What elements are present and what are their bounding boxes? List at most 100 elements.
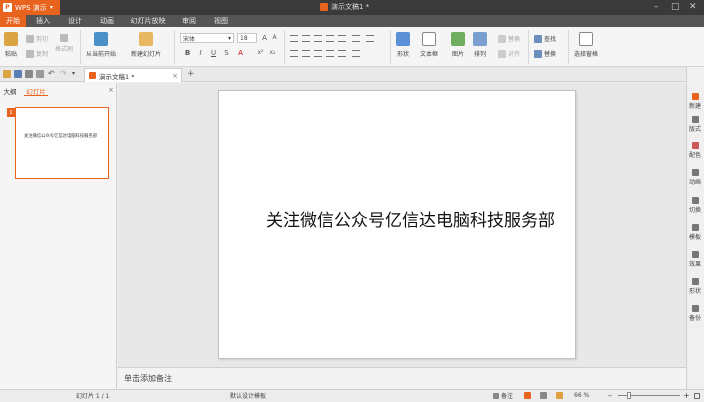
template-icon — [691, 223, 699, 231]
numbering-icon[interactable] — [302, 35, 310, 42]
slide-thumbnail[interactable] — [15, 107, 109, 179]
wps-logo-icon: P — [3, 3, 12, 12]
template-name: 默认设计模板 — [230, 393, 267, 400]
tab-slideshow[interactable]: 幻灯片放映 — [126, 15, 170, 27]
tab-review[interactable]: 审阅 — [176, 15, 202, 27]
notes-toggle[interactable]: 备注 — [493, 389, 513, 402]
transition-icon — [691, 196, 699, 204]
reading-view-icon[interactable] — [556, 389, 563, 402]
align-button[interactable]: 对齐 — [498, 49, 520, 58]
document-tab[interactable]: 演示文稿1 * × — [84, 68, 182, 82]
zoom-slider-thumb[interactable] — [627, 392, 631, 399]
superscript-icon[interactable]: x² — [256, 48, 265, 57]
tab-home[interactable]: 开始 — [0, 15, 26, 27]
close-tab-icon[interactable]: × — [172, 72, 178, 80]
align-left-icon[interactable] — [290, 50, 298, 57]
task-backup[interactable]: 备份 — [686, 301, 704, 325]
task-color-scheme[interactable]: 配色 — [686, 138, 704, 162]
notes-pane[interactable]: 单击添加备注 — [118, 367, 686, 388]
notes-icon — [493, 392, 499, 399]
tab-design[interactable]: 设计 — [62, 15, 88, 27]
indent-increase-icon[interactable] — [326, 35, 334, 42]
tab-view[interactable]: 视图 — [208, 15, 234, 27]
justify-icon[interactable] — [326, 50, 334, 57]
increase-font-icon[interactable]: A — [260, 33, 269, 42]
tab-slides[interactable]: 幻灯片 — [24, 86, 48, 96]
slide-sorter-glyph — [540, 392, 547, 399]
save-icon[interactable] — [14, 70, 22, 78]
task-animation[interactable]: 动画 — [686, 165, 704, 189]
align-center-icon[interactable] — [302, 50, 310, 57]
task-layout[interactable]: 版式 — [686, 112, 704, 136]
from-current-button[interactable]: 从当前开始 — [86, 32, 116, 58]
textbox-button[interactable]: 文本框 — [420, 32, 438, 58]
underline-icon[interactable]: U — [209, 48, 218, 57]
zoom-in-icon[interactable]: + — [683, 389, 690, 402]
cut-label: 剪切 — [36, 36, 49, 43]
undo-icon[interactable]: ↶ — [48, 70, 56, 78]
indent-decrease-icon[interactable] — [314, 35, 322, 42]
effects-icon — [691, 250, 699, 258]
task-new-label: 新建 — [688, 102, 701, 110]
new-slide-icon — [139, 32, 153, 46]
find-button[interactable]: 查找 — [534, 34, 556, 43]
text-direction-icon[interactable] — [352, 35, 360, 42]
search-icon — [534, 34, 542, 43]
bullets-icon[interactable] — [290, 35, 298, 42]
slideshow-play-icon — [94, 32, 108, 46]
bold-icon[interactable]: B — [183, 48, 192, 57]
replace-icon — [498, 34, 506, 43]
font-name-select[interactable]: 宋体 ▾ — [180, 33, 234, 43]
fit-window-icon[interactable] — [694, 389, 700, 402]
shadow-icon[interactable]: S — [222, 48, 231, 57]
paste-button[interactable]: 粘贴 — [4, 32, 18, 58]
new-tab-button[interactable]: + — [187, 69, 195, 79]
normal-view-icon[interactable] — [524, 389, 531, 402]
selection-pane-button[interactable]: 选择窗格 — [574, 32, 598, 58]
close-icon[interactable]: ✕ — [689, 2, 697, 12]
font-color-icon[interactable]: A — [236, 48, 245, 57]
align-right-icon[interactable] — [314, 50, 322, 57]
replace-icon — [534, 49, 542, 58]
redo-icon[interactable]: ↷ — [60, 70, 68, 78]
tab-outline[interactable]: 大纲 — [3, 86, 17, 96]
chevron-down-icon: ▾ — [49, 4, 53, 11]
font-size-select[interactable]: 18 — [237, 33, 257, 43]
text-align-icon[interactable] — [352, 50, 360, 57]
copy-button[interactable]: 复制 — [26, 49, 48, 58]
distribute-icon[interactable] — [338, 50, 346, 57]
new-slide-button[interactable]: 新建幻灯片 — [131, 32, 161, 58]
italic-icon[interactable]: I — [196, 48, 205, 57]
tab-animation[interactable]: 动画 — [94, 15, 120, 27]
maximize-icon[interactable]: □ — [671, 2, 680, 12]
columns-icon[interactable] — [366, 35, 374, 42]
arrange-button[interactable]: 排列 — [473, 32, 487, 58]
decrease-font-icon[interactable]: A — [270, 33, 279, 42]
textbox-icon — [422, 32, 436, 46]
task-shape[interactable]: 形状 — [686, 274, 704, 298]
slide-text[interactable]: 关注微信公众号亿信达电脑科技服务部 — [266, 206, 555, 231]
backup-icon — [691, 304, 699, 312]
tab-insert[interactable]: 插入 — [30, 15, 56, 27]
open-icon[interactable] — [3, 70, 11, 78]
subscript-icon[interactable]: x₂ — [268, 48, 277, 57]
cut-button[interactable]: 剪切 — [26, 34, 48, 43]
close-panel-icon[interactable]: × — [108, 86, 114, 94]
print-icon[interactable] — [25, 70, 33, 78]
task-effects[interactable]: 效果 — [686, 247, 704, 271]
task-new[interactable]: 新建 — [686, 89, 704, 113]
print-preview-icon[interactable] — [36, 70, 44, 78]
replace-button[interactable]: 替换 — [534, 49, 556, 58]
zoom-out-icon[interactable]: – — [608, 389, 612, 402]
task-template[interactable]: 模板 — [686, 220, 704, 244]
minimize-icon[interactable]: – — [654, 2, 659, 12]
slide-sorter-icon[interactable] — [540, 389, 547, 402]
picture-button[interactable]: 图片 — [451, 32, 465, 58]
task-transition[interactable]: 切换 — [686, 193, 704, 217]
shape-button[interactable]: 形状 — [396, 32, 410, 58]
chevron-down-icon[interactable]: ▾ — [72, 70, 80, 78]
line-spacing-icon[interactable] — [338, 35, 346, 42]
replace-left-button[interactable]: 替换 — [498, 34, 520, 43]
format-painter-button[interactable]: 格式刷 — [55, 34, 73, 53]
app-menu-button[interactable]: P WPS 演示 ▾ — [0, 0, 60, 15]
